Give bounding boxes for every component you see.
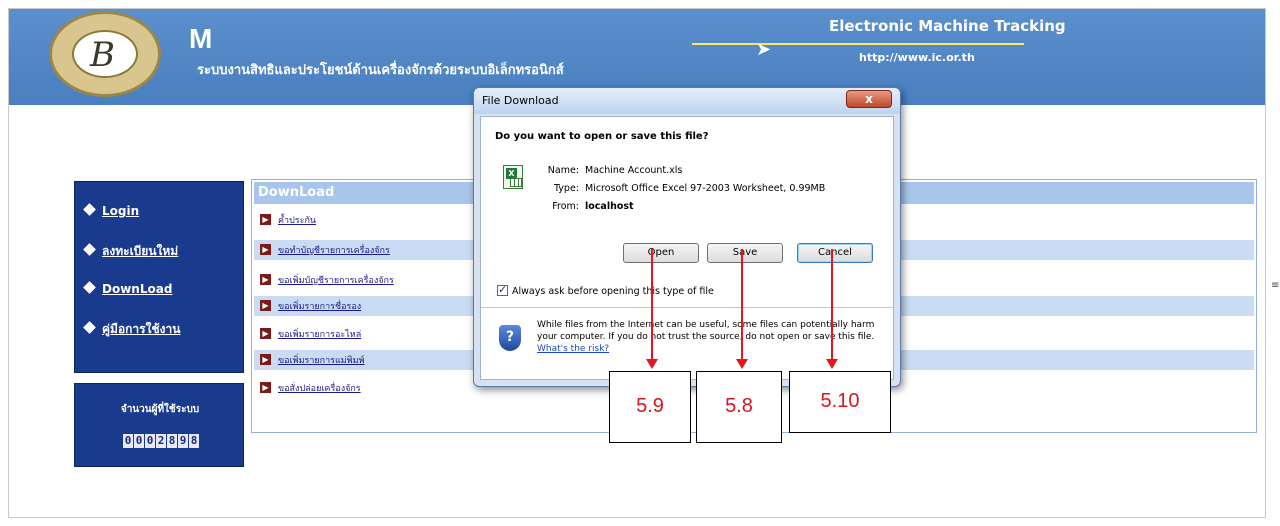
association-logo: B xyxy=(49,11,161,97)
save-button[interactable]: Save xyxy=(707,243,783,263)
annotation-arrow-head-icon xyxy=(646,359,658,369)
dialog-title: File Download xyxy=(482,94,559,107)
nav-item-download[interactable]: DownLoad xyxy=(83,281,172,296)
whats-the-risk-link[interactable]: What's the risk? xyxy=(537,344,609,354)
always-ask-checkbox[interactable]: Always ask before opening this type of f… xyxy=(497,283,714,297)
annotation-arrow-line xyxy=(831,249,833,359)
cancel-button[interactable]: Cancel xyxy=(797,243,873,263)
brand-url: http://www.ic.or.th xyxy=(859,51,975,64)
arrow-right-icon: ▶ xyxy=(260,382,271,393)
file-download-dialog: File Download x Do you want to open or s… xyxy=(473,87,901,387)
annotation-label-open: 5.9 xyxy=(609,371,691,443)
arrow-right-icon: ▶ xyxy=(260,274,271,285)
annotation-arrow-line xyxy=(741,249,743,359)
brand-divider xyxy=(692,43,1024,45)
counter-digits: 0 0 0 2 8 9 8 xyxy=(123,434,199,448)
annotation-arrow-head-icon xyxy=(826,359,838,369)
page-scrollbar[interactable]: ≡ xyxy=(1267,8,1280,518)
diamond-bullet-icon xyxy=(83,243,96,256)
diamond-bullet-icon xyxy=(83,203,96,216)
security-shield-icon: ? xyxy=(499,325,521,351)
arrow-right-icon: ▶ xyxy=(260,244,271,255)
counter-label: จำนวนผู้ที่ใช้ระบบ xyxy=(120,404,200,415)
site-logo-mark: M xyxy=(189,23,215,54)
arrow-right-icon: ▶ xyxy=(260,214,271,225)
file-name-row: Name: Machine Account.xls xyxy=(547,165,683,176)
dialog-close-button[interactable]: x xyxy=(846,90,892,108)
download-title: DownLoad xyxy=(258,185,335,200)
arrow-right-icon: ▶ xyxy=(260,328,271,339)
dialog-titlebar[interactable]: File Download x xyxy=(474,88,900,114)
arrow-right-icon: ▶ xyxy=(260,354,271,365)
annotation-label-save: 5.8 xyxy=(696,371,782,443)
arrow-right-icon: ▶ xyxy=(260,300,271,311)
excel-file-icon: X xyxy=(503,165,523,189)
dialog-question: Do you want to open or save this file? xyxy=(495,131,709,142)
annotation-arrow-line xyxy=(651,249,653,359)
checkbox-checked-icon[interactable] xyxy=(497,283,508,296)
nav-item-login[interactable]: Login xyxy=(83,203,139,218)
browser-viewport: B M ระบบงานสิทธิและประโยชน์ด้านเครื่องจั… xyxy=(8,8,1266,518)
site-subtitle: ระบบงานสิทธิและประโยชน์ด้านเครื่องจักรด้… xyxy=(197,63,564,78)
left-nav: Login ลงทะเบียนใหม่ DownLoad คู่มือการใช… xyxy=(74,181,244,373)
nav-item-manual[interactable]: คู่มือการใช้งาน xyxy=(83,320,180,339)
diamond-bullet-icon xyxy=(83,281,96,294)
annotation-label-cancel: 5.10 xyxy=(789,371,891,433)
annotation-arrow-head-icon xyxy=(736,359,748,369)
mouse-cursor-icon: ➤ xyxy=(756,39,772,60)
nav-item-register[interactable]: ลงทะเบียนใหม่ xyxy=(83,242,178,261)
visitor-counter: จำนวนผู้ที่ใช้ระบบ 0 0 0 2 8 9 8 xyxy=(74,383,244,467)
open-button[interactable]: Open xyxy=(623,243,699,263)
brand-title: Electronic Machine Tracking xyxy=(829,17,1066,35)
diamond-bullet-icon xyxy=(83,321,96,334)
file-from-row: From: localhost xyxy=(552,201,634,212)
file-type-row: Type: Microsoft Office Excel 97-2003 Work… xyxy=(553,183,826,194)
